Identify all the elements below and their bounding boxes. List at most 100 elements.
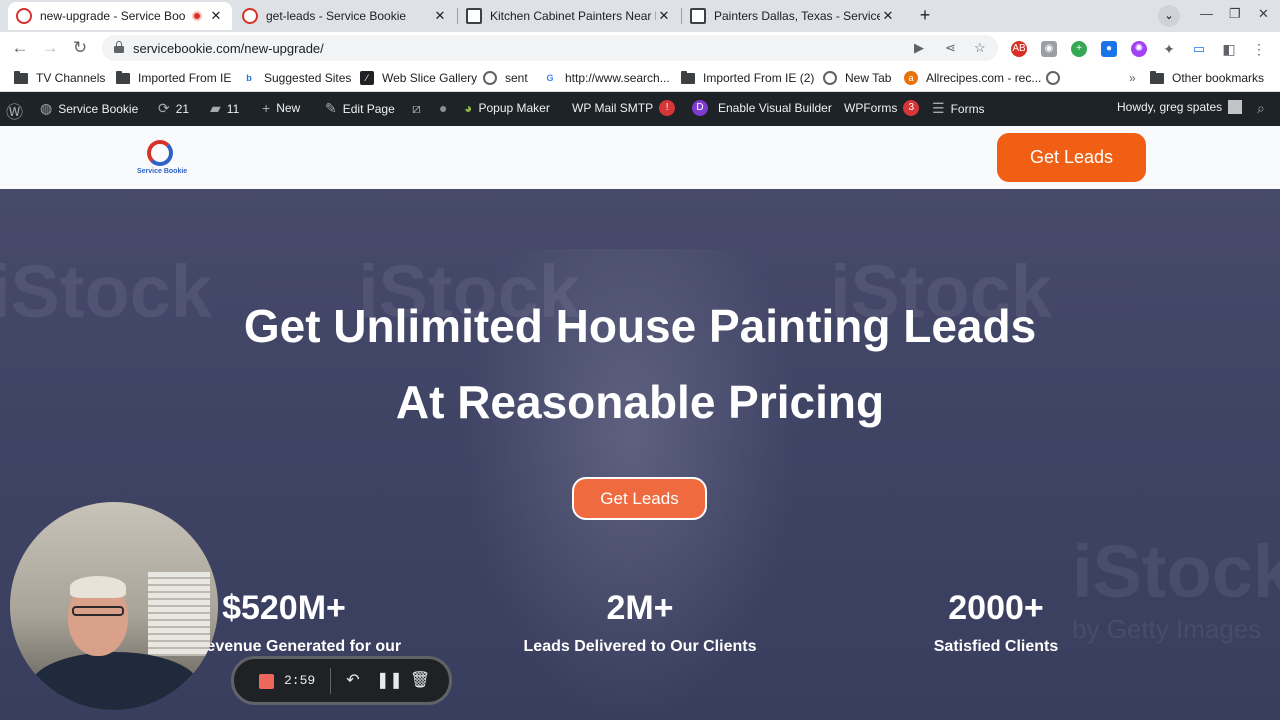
kebab-menu-icon[interactable]: ⋮ <box>1251 41 1267 57</box>
smtp-alert-badge: ! <box>659 100 676 116</box>
folder-icon <box>14 70 28 84</box>
service-bookie-logo[interactable]: Service Bookie <box>137 138 188 178</box>
wp-wpforms[interactable]: WPForms 3 <box>844 100 920 116</box>
wp-enable-visual-builder[interactable]: D Enable Visual Builder <box>692 100 832 116</box>
hero-heading-line-1: Get Unlimited House Painting Leads <box>243 300 1037 352</box>
wp-site-name[interactable]: ◍ Service Bookie <box>40 100 138 117</box>
recording-timer: 2:59 <box>284 673 316 688</box>
minimize-icon[interactable]: — <box>1200 6 1213 21</box>
wordpress-logo-icon[interactable]: Ⓦ <box>6 98 29 123</box>
address-bar[interactable]: servicebookie.com/new-upgrade/ ▶ ⋖ ☆ <box>102 35 998 61</box>
yoast-icon[interactable]: ⧄ <box>412 100 421 117</box>
wp-popup-maker[interactable]: ◕ Popup Maker <box>464 100 550 116</box>
trash-icon[interactable]: 🗑 <box>410 670 430 690</box>
tab-strip: new-upgrade - Service Booki ✕ get-leads … <box>0 0 1280 32</box>
adblock-extension-icon[interactable]: AB <box>1011 41 1027 57</box>
tab-kitchen-cabinet[interactable]: Kitchen Cabinet Painters Near M ✕ <box>458 2 680 30</box>
close-window-icon[interactable]: ✕ <box>1258 6 1269 22</box>
bookmark-web-slice-gallery[interactable]: ⁄ Web Slice Gallery <box>360 71 477 85</box>
service-bookie-favicon-icon <box>242 8 258 24</box>
service-bookie-favicon-icon <box>16 8 32 24</box>
side-panel-icon[interactable]: ◧ <box>1221 41 1237 57</box>
tab-get-leads[interactable]: get-leads - Service Bookie ✕ <box>234 2 456 30</box>
avatar <box>1228 100 1243 114</box>
restore-icon[interactable]: ❐ <box>1229 6 1241 22</box>
screenshot-extension-icon[interactable]: ◉ <box>1041 41 1057 57</box>
wp-edit-page[interactable]: ✎ Edit Page <box>325 100 395 117</box>
allrecipes-icon: a <box>904 71 918 85</box>
back-arrow-icon[interactable]: ← <box>10 38 30 58</box>
status-dot-icon[interactable]: ● <box>439 100 447 116</box>
bookmark-search[interactable]: Ghttp://www.search... <box>543 71 669 85</box>
bookmark-other-bookmarks[interactable]: Other bookmarks <box>1150 70 1264 85</box>
close-icon[interactable]: ✕ <box>432 8 448 24</box>
logo-text: Service Bookie <box>137 168 188 175</box>
tab-title: new-upgrade - Service Booki <box>40 9 186 23</box>
tab-search-chevron-icon[interactable]: ⌄ <box>1158 5 1180 27</box>
reload-icon[interactable]: ↻ <box>70 38 90 58</box>
stat-clients-value: 2000+ <box>948 589 1044 627</box>
bookmark-sent[interactable]: sent <box>483 71 528 85</box>
logo-swoosh-icon <box>147 140 173 166</box>
stat-leads-value: 2M+ <box>606 589 674 627</box>
folder-icon <box>1150 70 1164 84</box>
webcam-bubble[interactable] <box>10 502 218 710</box>
new-tab-button[interactable]: + <box>914 4 936 26</box>
globe-icon <box>1046 71 1060 85</box>
comment-icon: ▰ <box>210 100 221 116</box>
wp-howdy-account[interactable]: Howdy, greg spates <box>1117 100 1243 114</box>
cast-icon[interactable]: ▭ <box>1191 41 1207 57</box>
share-icon[interactable]: ⋖ <box>945 40 956 56</box>
hero-get-leads-button[interactable]: Get Leads <box>572 477 707 520</box>
globe-icon <box>823 71 837 85</box>
bookmark-tv-channels[interactable]: TV Channels <box>14 70 105 85</box>
stat-leads-label: Leads Delivered to Our Clients <box>523 638 757 655</box>
stat-clients-label: Satisfied Clients <box>933 638 1059 655</box>
refresh-icon: ⟳ <box>158 100 170 116</box>
tab-new-upgrade[interactable]: new-upgrade - Service Booki ✕ <box>8 2 232 30</box>
tab-title: get-leads - Service Bookie <box>266 9 407 23</box>
forward-arrow-icon[interactable]: → <box>40 38 60 58</box>
bookmark-suggested-sites[interactable]: b Suggested Sites <box>242 71 351 85</box>
google-icon: G <box>546 73 554 83</box>
divi-icon: D <box>692 100 708 116</box>
bookmark-imported-from-ie[interactable]: Imported From IE <box>116 70 231 85</box>
close-icon[interactable]: ✕ <box>208 8 224 24</box>
browser-toolbar: ← → ↻ servicebookie.com/new-upgrade/ ▶ ⋖… <box>0 32 1280 64</box>
pause-icon[interactable]: ❚❚ <box>376 670 403 690</box>
wp-new[interactable]: + New <box>262 100 300 116</box>
window-blinds <box>148 572 210 656</box>
popup-maker-icon: ◕ <box>464 100 473 116</box>
search-icon[interactable]: ⌕ <box>1257 100 1265 117</box>
pencil-icon: ✎ <box>325 100 337 116</box>
close-icon[interactable]: ✕ <box>880 8 896 24</box>
header-get-leads-button[interactable]: Get Leads <box>997 133 1146 182</box>
tab-painters-dallas[interactable]: Painters Dallas, Texas - Service H ✕ <box>682 2 904 30</box>
close-icon[interactable]: ✕ <box>656 8 672 24</box>
wp-updates[interactable]: ⟳ 21 <box>158 100 189 117</box>
wp-comments[interactable]: ▰ 11 <box>210 100 239 117</box>
lock-icon <box>114 41 124 53</box>
stop-recording-button[interactable] <box>259 674 274 689</box>
wpforms-count-badge: 3 <box>903 100 920 116</box>
dashboard-icon: ◍ <box>40 100 53 116</box>
color-extension-icon[interactable]: ✺ <box>1131 41 1147 57</box>
bookmark-allrecipes[interactable]: a Allrecipes.com - rec... <box>904 71 1041 85</box>
globe-icon <box>483 71 497 85</box>
folder-icon <box>681 70 695 84</box>
bookmark-globe-extra[interactable] <box>1046 71 1060 85</box>
restart-icon[interactable]: ↶ <box>343 670 363 690</box>
tab-title: Painters Dallas, Texas - Service H <box>714 9 880 23</box>
bookmark-imported-from-ie-2[interactable]: Imported From IE (2) <box>681 70 814 85</box>
glasses-icon <box>72 606 124 616</box>
bookmarks-overflow-icon[interactable]: » <box>1129 71 1136 85</box>
extensions-puzzle-icon[interactable]: ✦ <box>1161 41 1177 57</box>
camera-icon[interactable]: ▶ <box>914 40 924 56</box>
wp-forms[interactable]: ☰ Forms <box>932 100 985 117</box>
bookmark-star-icon[interactable]: ☆ <box>974 40 986 56</box>
record-extension-icon[interactable]: ● <box>1101 41 1117 57</box>
bookmark-new-tab[interactable]: New Tab <box>823 71 891 85</box>
wp-mail-smtp[interactable]: WP Mail SMTP! <box>572 100 676 116</box>
plus-extension-icon[interactable]: + <box>1071 41 1087 57</box>
plus-icon: + <box>262 100 271 116</box>
